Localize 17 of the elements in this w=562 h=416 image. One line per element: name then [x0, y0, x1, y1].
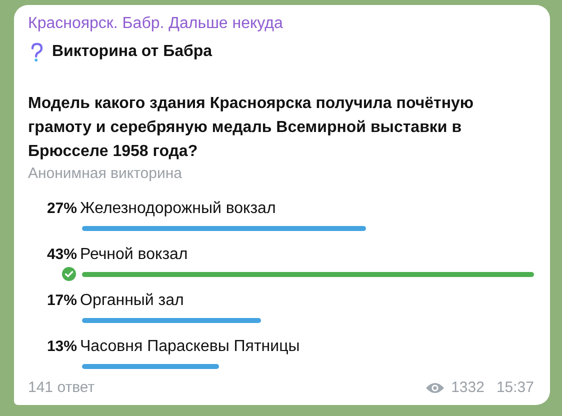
question-text: Модель какого здания Красноярска получила почётную грамоту и серебряную медаль Всемирной выставки в Брюсселе 1958 года?	[28, 94, 475, 162]
check-icon	[62, 267, 76, 281]
channel-name[interactable]: Красноярск. Бабр. Дальше некуда	[28, 13, 534, 35]
eye-icon	[425, 380, 446, 394]
option-percent: 27%	[46, 200, 78, 217]
message-time: 15:37	[496, 379, 534, 396]
option-percent: 17%	[46, 292, 78, 309]
option-label: Железнодорожный вокзал	[80, 200, 276, 218]
option-percent: 43%	[46, 246, 78, 263]
answer-count: 141 ответ	[28, 379, 95, 396]
option-label: Речной вокзал	[80, 246, 188, 264]
option-percent: 13%	[46, 338, 78, 355]
view-count: 1332	[451, 379, 484, 396]
quiz-type: Анонимная викторина	[28, 164, 183, 184]
option-label: Органный зал	[80, 292, 184, 310]
option-label: Часовня Параскевы Пятницы	[80, 338, 300, 356]
quiz-title: Викторина от Бабра	[52, 43, 212, 61]
